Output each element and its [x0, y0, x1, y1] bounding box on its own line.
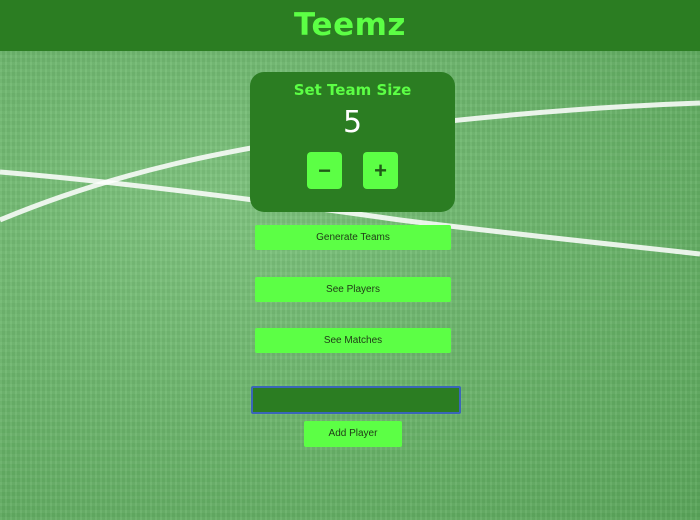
team-size-title: Set Team Size — [293, 81, 412, 99]
app-title: Teemz — [294, 6, 406, 43]
decrement-button[interactable]: − — [307, 152, 342, 189]
app-header: Teemz — [0, 0, 700, 51]
team-size-card: Set Team Size 5 − + — [250, 72, 455, 212]
see-players-button[interactable]: See Players — [255, 277, 451, 302]
add-player-button[interactable]: Add Player — [304, 421, 402, 447]
player-name-input[interactable] — [251, 386, 461, 414]
increment-button[interactable]: + — [363, 152, 398, 189]
generate-teams-button[interactable]: Generate Teams — [255, 225, 451, 250]
team-size-value: 5 — [342, 105, 363, 140]
see-matches-button[interactable]: See Matches — [255, 328, 451, 353]
